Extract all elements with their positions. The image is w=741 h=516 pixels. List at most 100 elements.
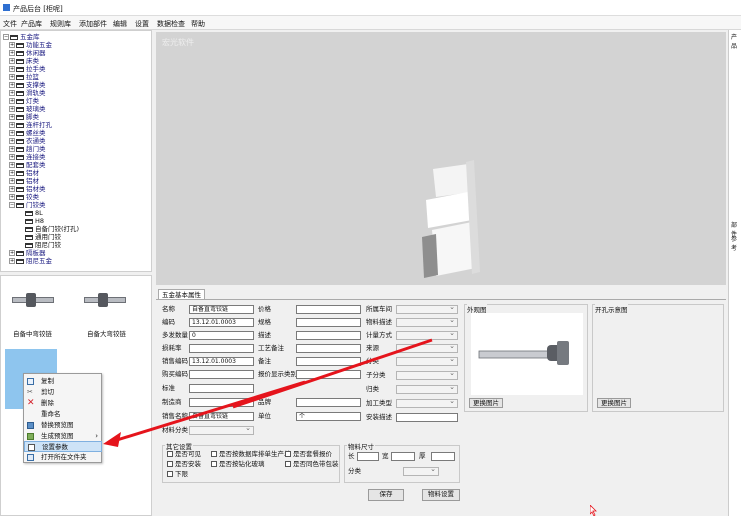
brand-field[interactable]	[296, 398, 361, 407]
checkbox-same-color-pack[interactable]: 是否同色带包装	[285, 460, 339, 468]
category-select[interactable]	[396, 355, 458, 366]
tree-item[interactable]: + 连接类	[9, 153, 46, 161]
ctx-set-params[interactable]: 设置参数	[24, 441, 102, 452]
process-select[interactable]	[396, 397, 458, 408]
checkbox-visible[interactable]: 是否可见	[167, 450, 201, 458]
checkbox-lower-limit[interactable]: 下限	[167, 470, 188, 478]
save-button[interactable]: 保存	[368, 489, 404, 501]
checkbox-install[interactable]: 是否安装	[167, 460, 201, 468]
qty-field[interactable]: 0	[189, 331, 254, 340]
tree-item[interactable]: + 阻尼五金	[9, 257, 52, 265]
hinge-thumbnail[interactable]	[8, 292, 58, 308]
install-field[interactable]	[396, 413, 458, 422]
menu-rule-lib[interactable]: 规则库	[50, 19, 71, 29]
tree-item[interactable]: + 拉手类	[9, 65, 46, 73]
folder-icon	[16, 66, 24, 72]
tree-item[interactable]: + 连杆打孔	[9, 121, 52, 129]
material-settings-button[interactable]: 物料设置	[422, 489, 460, 501]
sales-code-field[interactable]: 13.12.01.0003	[189, 357, 254, 366]
tree-child[interactable]: 阻尼门铰	[25, 241, 61, 249]
thickness-field[interactable]	[431, 452, 455, 461]
tree-item[interactable]: + 衣通类	[9, 137, 46, 145]
app-icon	[3, 4, 10, 11]
label-width: 宽	[382, 452, 389, 460]
price-field[interactable]	[296, 305, 361, 314]
size-category-select[interactable]	[403, 465, 439, 476]
checkbox-order-by-db[interactable]: 是否按数据库排单生产单	[211, 450, 291, 458]
note-field[interactable]	[296, 357, 361, 366]
tree-child[interactable]: 8L	[25, 209, 43, 217]
width-field[interactable]	[391, 452, 415, 461]
tree-item[interactable]: + 趟门类	[9, 145, 46, 153]
checkbox-tempered-glass[interactable]: 是否按钻化玻璃	[211, 460, 265, 468]
ctx-delete[interactable]: ✕ 删除	[24, 398, 102, 409]
classify-select[interactable]	[396, 383, 458, 394]
tree-item[interactable]: + 铝材	[9, 177, 39, 185]
length-field[interactable]	[357, 452, 379, 461]
label-material-category: 材料分类	[162, 426, 188, 434]
tree-item[interactable]: + 功能五金	[9, 41, 52, 49]
change-outline-image-button[interactable]: 更换图片	[469, 398, 503, 408]
tree-root[interactable]: − 五金库	[3, 33, 40, 41]
name-field[interactable]: 自备直弯铰链	[189, 305, 254, 314]
workshop-select[interactable]	[396, 303, 458, 314]
tree-item[interactable]: + 配套类	[9, 161, 46, 169]
standard-field[interactable]	[189, 384, 254, 393]
ctx-rename[interactable]: 重命名	[24, 409, 102, 420]
menu-data-check[interactable]: 数据检查	[157, 19, 185, 29]
menu-file[interactable]: 文件	[3, 19, 17, 29]
spec-field[interactable]	[296, 318, 361, 327]
tree-child[interactable]: 通用门铰	[25, 233, 61, 241]
tree-item[interactable]: + 铝材	[9, 169, 39, 177]
tree-item[interactable]: + 螺丝类	[9, 129, 46, 137]
code-field[interactable]: 13.12.01.0003	[189, 318, 254, 327]
tree-item[interactable]: + 铝材类	[9, 185, 46, 193]
purchase-code-field[interactable]	[189, 370, 254, 379]
checkbox-package-quote[interactable]: 是否套餐报价	[285, 450, 332, 458]
menu-product-lib[interactable]: 产品库	[21, 19, 42, 29]
menu-bar: 文件 产品库 规则库 添加部件 编辑 设置 数据检查 帮助	[0, 16, 741, 30]
tree-item[interactable]: + 休闲器	[9, 49, 46, 57]
menu-settings[interactable]: 设置	[135, 19, 149, 29]
ctx-copy[interactable]: 复制	[24, 376, 102, 387]
label-standard: 标准	[162, 384, 175, 392]
quote-category-field[interactable]	[296, 370, 361, 379]
tree-item[interactable]: + 脚类	[9, 113, 39, 121]
desc-field[interactable]	[296, 331, 361, 340]
model-viewer[interactable]: 宏光软件	[156, 32, 726, 285]
source-select[interactable]	[396, 342, 458, 353]
menu-add-part[interactable]: 添加部件	[79, 19, 107, 29]
ctx-replace-preview[interactable]: 替换预览图	[24, 420, 102, 431]
loss-field[interactable]	[189, 344, 254, 353]
unit-field[interactable]: 个	[296, 412, 361, 421]
tree-item[interactable]: + 床类	[9, 57, 39, 65]
material-category-select[interactable]	[189, 424, 254, 435]
tree-item[interactable]: + 灯类	[9, 97, 39, 105]
menu-help[interactable]: 帮助	[191, 19, 205, 29]
menu-edit[interactable]: 编辑	[113, 19, 127, 29]
folder-icon	[16, 258, 24, 264]
outline-image	[471, 313, 583, 395]
craft-note-field[interactable]	[296, 344, 361, 353]
tree-item[interactable]: + 玻璃类	[9, 105, 46, 113]
ctx-cut[interactable]: ✂ 剪切	[24, 387, 102, 398]
material-desc-select[interactable]	[396, 316, 458, 327]
ctx-open-folder[interactable]: 打开所在文件夹	[24, 452, 102, 463]
tree-item-hinges[interactable]: − 门铰类	[9, 201, 46, 209]
maker-field[interactable]	[189, 398, 254, 407]
tree-item[interactable]: + 滑轨类	[9, 89, 46, 97]
calc-select[interactable]	[396, 329, 458, 340]
change-hole-image-button[interactable]: 更换图片	[597, 398, 631, 408]
hinge-thumbnail[interactable]	[80, 292, 130, 308]
label-size-category: 分类	[348, 467, 361, 475]
label-process: 加工类型	[366, 399, 392, 407]
tree-child[interactable]: H8	[25, 217, 44, 225]
tree-item[interactable]: + 铰类	[9, 193, 39, 201]
tree-item[interactable]: + 隔板器	[9, 249, 46, 257]
subcategory-select[interactable]	[396, 369, 458, 380]
scissors-icon: ✂	[27, 388, 33, 396]
tree-child[interactable]: 自备门铰(打孔)	[25, 225, 79, 233]
tree-item[interactable]: + 支撑类	[9, 81, 46, 89]
sales-name-field[interactable]: 自备直弯铰链	[189, 412, 254, 421]
tree-item[interactable]: + 拉篮	[9, 73, 39, 81]
